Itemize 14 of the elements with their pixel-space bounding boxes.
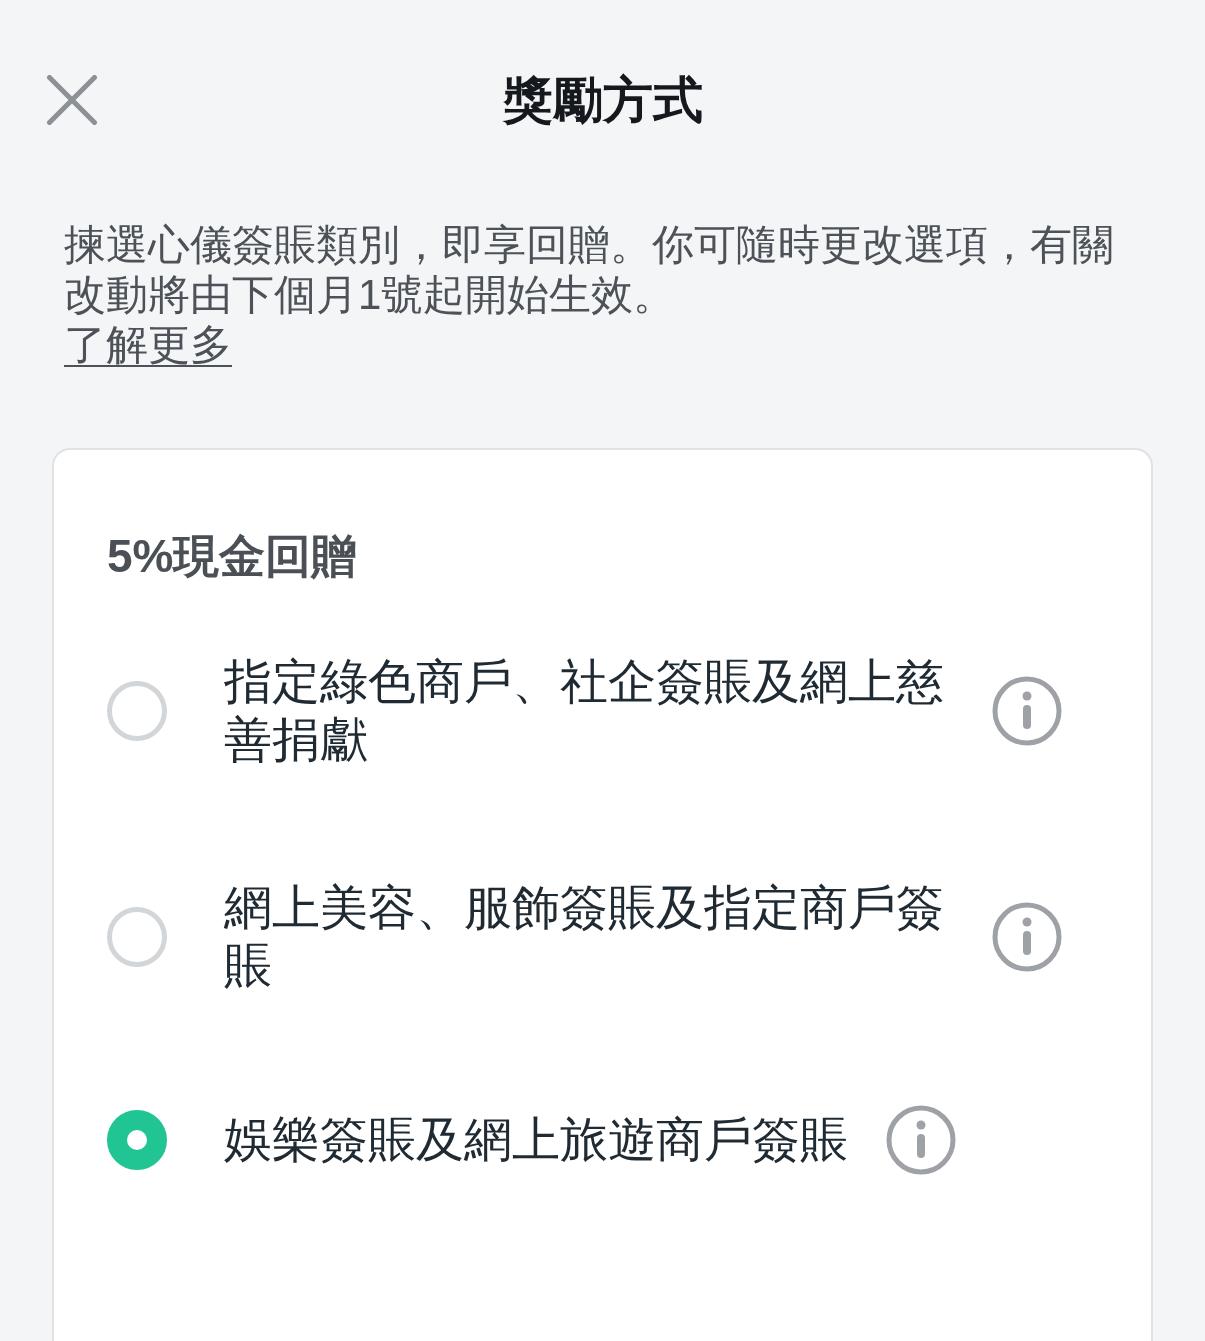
info-icon[interactable]: [886, 1105, 956, 1175]
info-icon[interactable]: [992, 902, 1062, 972]
option-label: 網上美容、服飾簽賬及指定商戶簽賬: [224, 880, 945, 994]
learn-more-link[interactable]: 了解更多: [64, 320, 232, 370]
radio-button[interactable]: [107, 907, 167, 967]
page-title: 獎勵方式: [502, 71, 703, 130]
intro-text: 揀選心儀簽賬類別，即享回贈。你可隨時更改選項，有關改動將由下個月1號起開始生效。: [64, 220, 1115, 320]
option-label: 娛樂簽賬及網上旅遊商戶簽賬: [224, 1112, 848, 1168]
close-icon[interactable]: [47, 75, 97, 125]
radio-button[interactable]: [107, 1110, 167, 1170]
card-heading: 5%現金回贈: [107, 529, 358, 584]
radio-button[interactable]: [107, 681, 167, 741]
option-label: 指定綠色商戶、社企簽賬及網上慈善捐獻: [224, 654, 945, 768]
info-icon[interactable]: [992, 676, 1062, 746]
